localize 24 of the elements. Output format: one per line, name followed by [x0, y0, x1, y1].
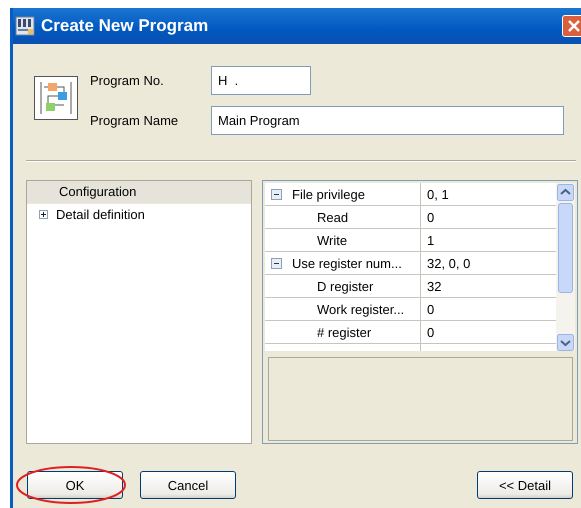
property-value: 1 [427, 232, 434, 248]
property-value: 0, 1 [427, 186, 449, 202]
property-value: 0 [427, 302, 434, 316]
property-value: 32 [427, 278, 442, 294]
property-name: Use register num... [292, 256, 402, 270]
dialog-button[interactable]: OK [27, 471, 123, 499]
property-name: Read [317, 210, 348, 224]
window-title: Create New Program [41, 16, 208, 36]
tree-item[interactable]: Detail definition [56, 207, 145, 222]
field-label: Program No. [90, 73, 165, 88]
dialog-button[interactable]: Cancel [140, 471, 236, 499]
dialog-button[interactable]: << Detail [477, 471, 573, 499]
input-field[interactable]: H . [211, 66, 311, 95]
tree-header: Configuration [27, 181, 251, 204]
property-name: Write [317, 232, 348, 248]
property-name: # register [317, 324, 372, 340]
field-label: Program Name [90, 113, 180, 128]
input-field[interactable]: Main Program [211, 106, 564, 135]
property-value: 0 [427, 324, 434, 340]
property-name: Work register... [317, 302, 404, 316]
property-name: File privilege [292, 186, 365, 202]
property-name: D register [317, 278, 374, 294]
property-value: 0 [427, 210, 434, 224]
property-value: 32, 0, 0 [427, 256, 470, 270]
